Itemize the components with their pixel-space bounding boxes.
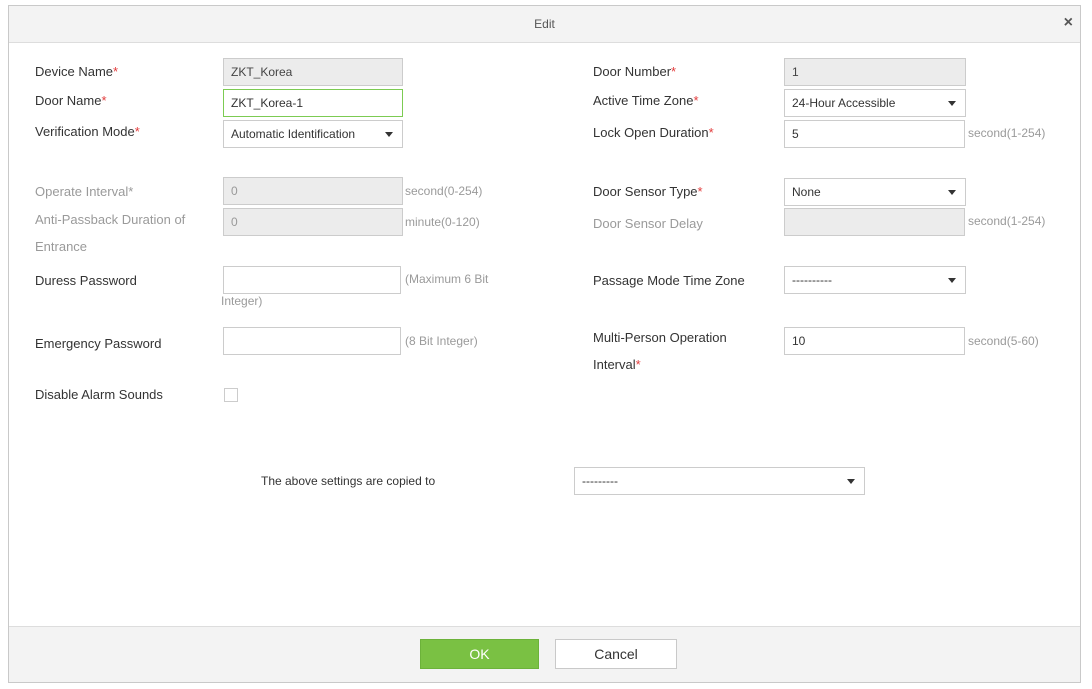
anti-passback-field: 0 (223, 208, 403, 236)
passage-mode-tz-value: ---------- (792, 273, 832, 287)
verification-mode-value: Automatic Identification (231, 127, 356, 141)
caret-down-icon (948, 101, 956, 106)
anti-passback-label: Anti-Passback Duration of Entrance (35, 212, 186, 254)
copy-settings-value: --------- (582, 474, 618, 488)
verification-mode-select[interactable]: Automatic Identification (223, 120, 403, 148)
door-sensor-delay-label: Door Sensor Delay (593, 216, 703, 231)
operate-interval-hint: second(0-254) (405, 184, 483, 198)
active-time-zone-select[interactable]: 24-Hour Accessible (784, 89, 966, 117)
lock-open-duration-hint: second(1-254) (968, 126, 1046, 140)
verification-mode-label: Verification Mode* (35, 124, 140, 139)
passage-mode-tz-select[interactable]: ---------- (784, 266, 966, 294)
copy-settings-label: The above settings are copied to (261, 474, 436, 488)
device-name-label: Device Name* (35, 64, 119, 79)
dialog-footer: OK Cancel (9, 626, 1080, 682)
duress-password-label: Duress Password (35, 273, 137, 288)
caret-down-icon (847, 479, 855, 484)
door-sensor-type-value: None (792, 185, 821, 199)
operate-interval-label: Operate Interval* (35, 184, 134, 199)
active-time-zone-value: 24-Hour Accessible (792, 96, 896, 110)
disable-alarm-checkbox[interactable] (224, 388, 238, 402)
dialog-title: Edit (534, 17, 555, 31)
multi-person-interval-input[interactable]: 10 (784, 327, 965, 355)
door-sensor-type-label: Door Sensor Type* (593, 184, 703, 199)
cancel-button[interactable]: Cancel (555, 639, 677, 669)
door-number-label: Door Number* (593, 64, 677, 79)
ok-button[interactable]: OK (420, 639, 539, 669)
door-sensor-delay-hint: second(1-254) (968, 214, 1046, 228)
device-name-field: ZKT_Korea (223, 58, 403, 86)
emergency-password-input[interactable] (223, 327, 401, 355)
multi-person-interval-hint: second(5-60) (968, 334, 1039, 348)
operate-interval-field: 0 (223, 177, 403, 205)
close-icon[interactable]: × (1064, 15, 1073, 31)
passage-mode-tz-label: Passage Mode Time Zone (593, 273, 745, 288)
door-name-label: Door Name* (35, 93, 107, 108)
dialog-titlebar: Edit × (9, 6, 1080, 43)
door-name-input[interactable]: ZKT_Korea-1 (223, 89, 403, 117)
lock-open-duration-label: Lock Open Duration* (593, 125, 714, 140)
edit-dialog: Edit × Device Name* ZKT_Korea Door Name*… (8, 5, 1081, 683)
caret-down-icon (385, 132, 393, 137)
emergency-password-hint: (8 Bit Integer) (405, 334, 478, 348)
emergency-password-label: Emergency Password (35, 336, 162, 351)
door-sensor-type-select[interactable]: None (784, 178, 966, 206)
duress-password-hint: (Maximum 6 Bit Integer) (221, 272, 489, 308)
multi-person-interval-label: Multi-Person Operation Interval* (593, 330, 727, 372)
anti-passback-hint: minute(0-120) (405, 215, 480, 229)
caret-down-icon (948, 278, 956, 283)
door-number-field: 1 (784, 58, 966, 86)
caret-down-icon (948, 190, 956, 195)
disable-alarm-label: Disable Alarm Sounds (35, 387, 163, 402)
active-time-zone-label: Active Time Zone* (593, 93, 699, 108)
copy-settings-select[interactable]: --------- (574, 467, 865, 495)
